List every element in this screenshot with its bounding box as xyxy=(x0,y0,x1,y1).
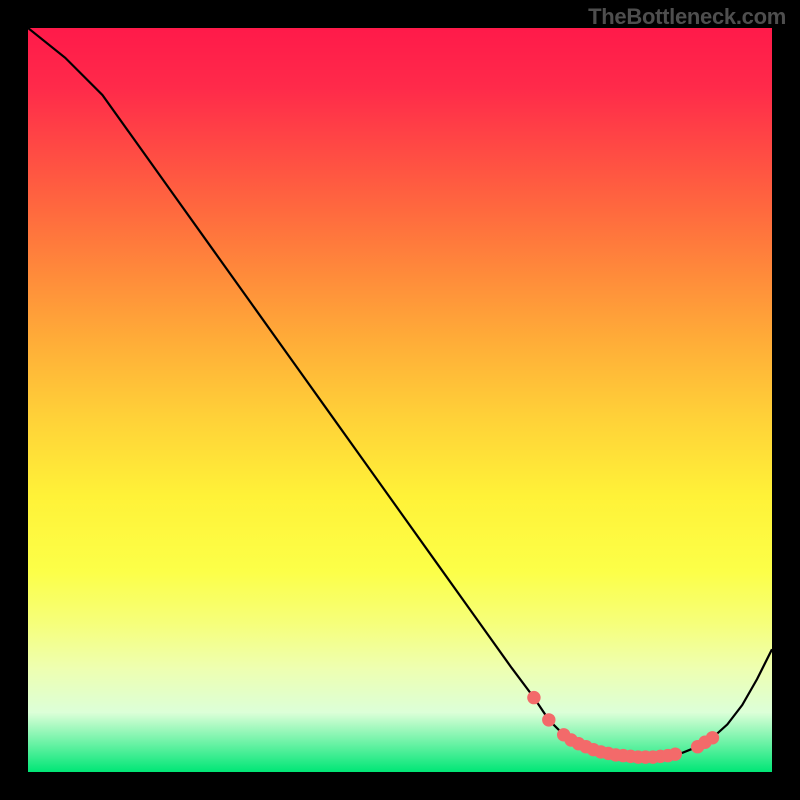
curve-line xyxy=(28,28,772,757)
curve-marker xyxy=(542,713,555,726)
curve-marker xyxy=(669,747,682,760)
curve-marker xyxy=(527,691,540,704)
chart-frame: TheBottleneck.com xyxy=(0,0,800,800)
curve-marker xyxy=(706,731,719,744)
plot-area xyxy=(28,28,772,772)
bottleneck-curve xyxy=(28,28,772,764)
curve-layer xyxy=(28,28,772,772)
watermark-text: TheBottleneck.com xyxy=(588,4,786,30)
